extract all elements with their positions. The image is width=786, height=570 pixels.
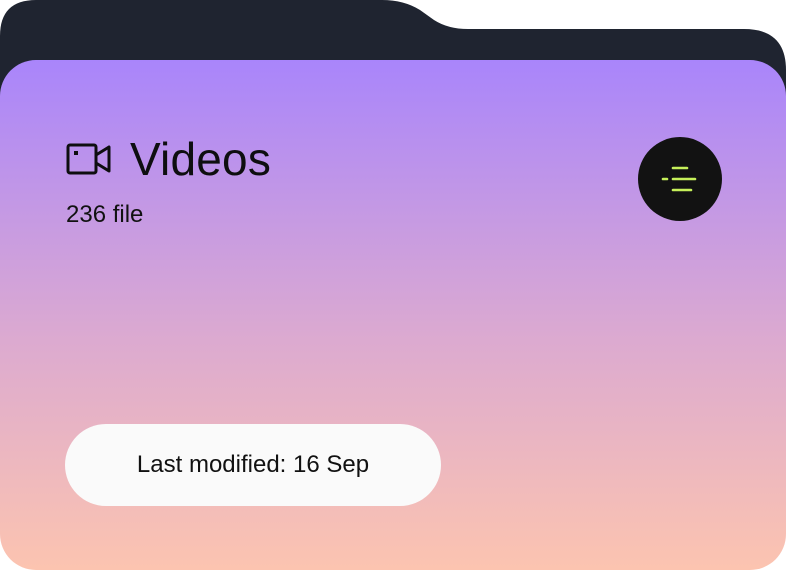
folder-card[interactable]: Videos 236 file Last modified: 16 Sep (0, 0, 786, 570)
last-modified-pill: Last modified: 16 Sep (65, 424, 441, 506)
video-camera-icon (66, 143, 111, 175)
folder-menu-button[interactable] (638, 137, 722, 221)
file-count: 236 file (66, 201, 144, 228)
menu-lines-icon (661, 166, 697, 192)
folder-title: Videos (130, 133, 272, 185)
folder-title-row: Videos (66, 132, 271, 186)
